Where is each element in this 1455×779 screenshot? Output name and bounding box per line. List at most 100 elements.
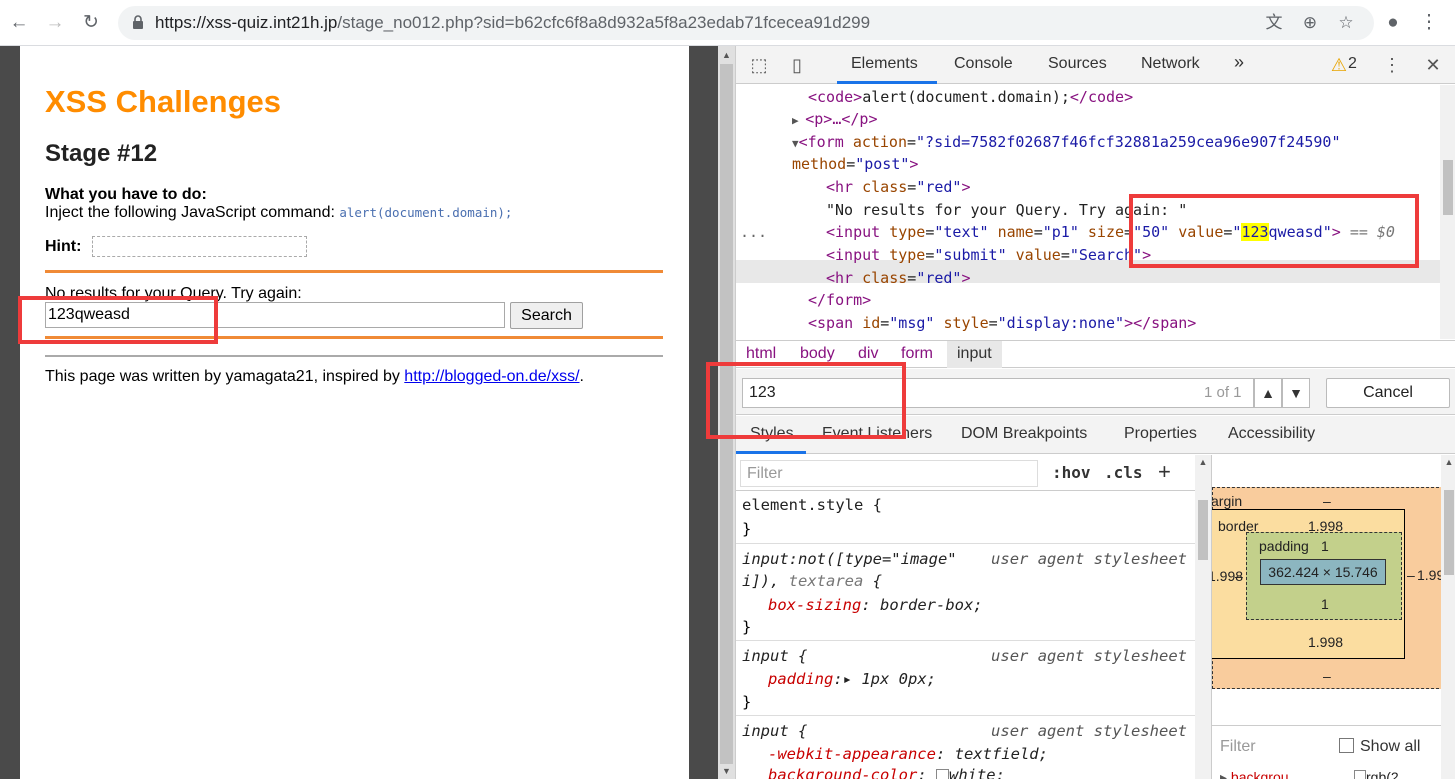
tab-sources[interactable]: Sources	[1048, 55, 1107, 73]
rule-selector: input {	[742, 722, 808, 740]
hover-state-button[interactable]: :hov	[1052, 463, 1091, 482]
color-swatch[interactable]	[935, 769, 949, 779]
previous-match-icon[interactable]: ▲	[1254, 378, 1282, 408]
styles-scrollbar[interactable]: ▲	[1195, 455, 1211, 779]
more-tabs-icon[interactable]: »	[1234, 52, 1244, 73]
box-scrollbar[interactable]: ▲	[1441, 455, 1455, 779]
warning-icon[interactable]: ⚠	[1328, 54, 1350, 76]
page-content: XSS Challenges Stage #12 What you have t…	[20, 46, 689, 779]
breadcrumb-html[interactable]: html	[746, 345, 776, 363]
box-scroll-thumb[interactable]	[1444, 490, 1454, 575]
red-hr	[45, 270, 663, 273]
todo-title: What you have to do:	[45, 186, 207, 203]
translate-icon[interactable]: 文	[1264, 13, 1284, 33]
devtools-menu-icon[interactable]: ⋮	[1381, 54, 1403, 76]
dom-node[interactable]: method="post">	[792, 153, 918, 176]
star-icon[interactable]: ☆	[1336, 13, 1356, 33]
dom-node[interactable]: <code>alert(document.domain);</code>	[808, 86, 1133, 109]
show-all-checkbox[interactable]	[1339, 738, 1354, 753]
page-title: XSS Challenges	[45, 84, 282, 119]
cancel-button[interactable]: Cancel	[1326, 378, 1450, 408]
rule-origin: user agent stylesheet	[991, 722, 1187, 740]
footer-link[interactable]: http://blogged-on.de/xss/	[404, 368, 579, 385]
dom-node[interactable]: <hr class="red">	[826, 176, 971, 199]
close-icon[interactable]: ✕	[1422, 54, 1444, 76]
scroll-up-icon[interactable]: ▲	[1195, 455, 1211, 469]
reload-icon[interactable]: ↻	[80, 12, 102, 34]
dom-node[interactable]: ▼<form action="?sid=7582f02687f46fcf3288…	[792, 131, 1340, 154]
match-count: 1 of 1	[1204, 384, 1242, 401]
padding-left-value[interactable]: –	[1235, 568, 1243, 584]
expand-arrow-icon[interactable]: ▶	[792, 114, 805, 127]
style-rule[interactable]: input:not([type="image" user agent style…	[736, 545, 1195, 641]
todo-code: alert(document.domain);	[339, 205, 513, 220]
rule-close: }	[742, 618, 752, 636]
styles-filter-input[interactable]: Filter	[740, 460, 1038, 487]
margin-label: argin	[1211, 493, 1243, 509]
style-declaration[interactable]: background-color: white;	[768, 763, 1005, 779]
dom-node[interactable]: <input type="submit" value="Search">	[826, 244, 1151, 267]
annotation-box-search	[706, 362, 906, 439]
tab-elements[interactable]: Elements	[851, 55, 918, 73]
dom-node[interactable]: </form>	[808, 289, 871, 312]
show-all-label: Show all	[1360, 738, 1421, 755]
annotation-box-input	[18, 296, 218, 344]
styles-filter-bar: Filter :hov .cls +	[736, 455, 1195, 491]
next-match-icon[interactable]: ▼	[1282, 378, 1310, 408]
zoom-icon[interactable]: ⊕	[1300, 13, 1320, 33]
styles-scroll-thumb[interactable]	[1198, 500, 1208, 560]
style-declaration[interactable]: padding:▸ 1px 0px;	[768, 667, 936, 691]
forward-icon[interactable]: →	[44, 12, 66, 34]
address-bar[interactable]: https://xss-quiz.int21h.jp/stage_no012.p…	[118, 6, 1374, 40]
annotation-box-value	[1129, 194, 1419, 268]
scroll-up-icon[interactable]: ▲	[1441, 455, 1455, 469]
padding-top-value[interactable]: 1	[1321, 538, 1329, 554]
breadcrumb-form[interactable]: form	[901, 345, 933, 363]
border-bottom-value[interactable]: 1.998	[1308, 634, 1343, 650]
tab-network[interactable]: Network	[1141, 55, 1200, 73]
scroll-down-icon[interactable]: ▼	[718, 764, 735, 778]
tab-properties[interactable]: Properties	[1124, 425, 1197, 443]
breadcrumb-div[interactable]: div	[858, 345, 878, 363]
inspect-icon[interactable]: ⬚	[748, 54, 770, 76]
account-icon[interactable]: ●	[1382, 12, 1404, 34]
divider	[45, 355, 663, 357]
dom-node[interactable]: ▶ <p>…</p>	[792, 108, 878, 131]
box-model-content[interactable]: 362.424 × 15.746	[1260, 559, 1386, 585]
breadcrumb-input[interactable]: input	[947, 341, 1002, 368]
margin-top-value[interactable]: –	[1323, 493, 1331, 509]
dom-scroll-thumb[interactable]	[1443, 160, 1453, 215]
padding-right-value[interactable]: –	[1407, 567, 1415, 583]
device-toggle-icon[interactable]: ▯	[786, 54, 808, 76]
tab-dom-breakpoints[interactable]: DOM Breakpoints	[961, 425, 1087, 443]
add-rule-icon[interactable]: +	[1158, 459, 1171, 485]
breadcrumb-body[interactable]: body	[800, 345, 835, 363]
devtools-toolbar: ⬚ ▯ Elements Console Sources Network » ⚠…	[736, 46, 1455, 84]
search-button[interactable]: Search	[510, 302, 583, 329]
dom-node[interactable]: <hr class="red">	[826, 267, 971, 290]
margin-bottom-value[interactable]: –	[1323, 668, 1331, 684]
computed-filter-input[interactable]: Filter	[1220, 738, 1256, 756]
box-model-margin: argin – – border 1.998 1.998 1.998 – pad…	[1211, 487, 1452, 689]
style-rule[interactable]: input { user agent stylesheet padding:▸ …	[736, 642, 1195, 716]
dom-scrollbar[interactable]	[1440, 85, 1455, 339]
url-text[interactable]: https://xss-quiz.int21h.jp/stage_no012.p…	[155, 13, 870, 33]
padding-bottom-value[interactable]: 1	[1321, 596, 1329, 612]
computed-property[interactable]: ▸ backgrou	[1220, 769, 1289, 779]
tab-console[interactable]: Console	[954, 55, 1013, 73]
style-rule[interactable]: input { user agent stylesheet -webkit-ap…	[736, 717, 1195, 779]
dom-node[interactable]: <span id="msg" style="display:none"></sp…	[808, 312, 1196, 335]
menu-icon[interactable]: ⋮	[1418, 12, 1440, 34]
rule-selector: input:not([type="image"	[742, 550, 957, 568]
collapse-arrow-icon[interactable]: ▼	[792, 137, 799, 150]
warning-count[interactable]: 2	[1348, 55, 1357, 73]
tab-accessibility[interactable]: Accessibility	[1228, 425, 1315, 443]
selected-node-ellipsis[interactable]: ...	[736, 221, 767, 244]
class-toggle-button[interactable]: .cls	[1104, 463, 1143, 482]
style-declaration[interactable]: box-sizing: border-box;	[768, 593, 983, 617]
rule-origin: user agent stylesheet	[991, 550, 1187, 568]
style-rule[interactable]: element.style { }	[736, 491, 1195, 544]
back-icon[interactable]: ←	[8, 12, 30, 34]
computed-value: rgb(2	[1354, 769, 1399, 779]
scroll-up-icon[interactable]: ▲	[718, 48, 735, 62]
